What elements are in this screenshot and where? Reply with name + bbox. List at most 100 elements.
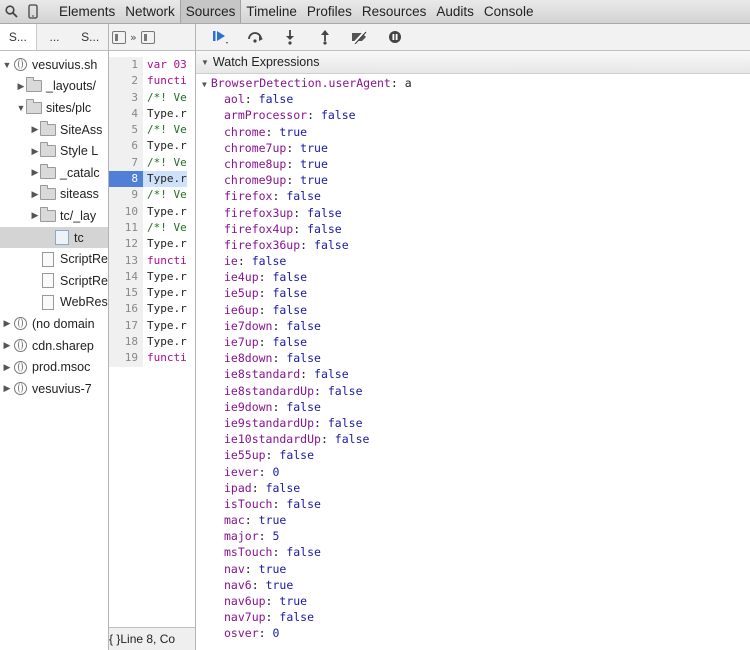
watch-property[interactable]: armProcessor: false [196,107,750,123]
step-over-icon[interactable] [237,24,272,50]
watch-property[interactable]: chrome8up: true [196,156,750,172]
tab-elements[interactable]: Elements [54,0,120,23]
collapsed-arrow-icon[interactable]: ▶ [2,362,12,373]
watch-property[interactable]: chrome: true [196,124,750,140]
code-line[interactable]: 1 var 03 [109,57,195,74]
watch-property[interactable]: ie: false [196,253,750,269]
step-out-icon[interactable] [307,24,342,50]
watch-property[interactable]: ie8standardUp: false [196,383,750,399]
tree-item[interactable]: ▶ SiteAss [0,119,108,141]
tree-item[interactable]: ▶ _layouts/ [0,76,108,98]
collapsed-arrow-icon[interactable]: ▶ [30,146,40,157]
watch-property[interactable]: ie7up: false [196,334,750,350]
tab-timeline[interactable]: Timeline [241,0,302,23]
tree-item[interactable]: ▶ tc/_lay [0,205,108,227]
code-line[interactable]: 10 Type.r [109,203,195,220]
watch-property[interactable]: nav6: true [196,577,750,593]
line-number[interactable]: 19 [109,350,143,367]
code-line[interactable]: 4 Type.r [109,105,195,123]
line-number[interactable]: 15 [109,285,143,302]
code-line[interactable]: 14 Type.r [109,268,195,286]
watch-property[interactable]: nav6up: true [196,593,750,609]
code-line[interactable]: 16 Type.r [109,301,195,318]
line-number[interactable]: 3 [109,89,143,106]
expanded-arrow-icon[interactable]: ▼ [16,103,26,113]
watch-property[interactable]: firefox: false [196,188,750,204]
line-number[interactable]: 10 [109,203,143,220]
watch-property[interactable]: ipad: false [196,480,750,496]
code-line[interactable]: 7 /*! Ve [109,154,195,172]
tree-item[interactable]: ▼ sites/plc [0,97,108,119]
more-tabs-icon[interactable]: » [130,31,137,44]
watch-property[interactable]: ie9down: false [196,399,750,415]
deactivate-breakpoints-icon[interactable] [342,24,377,50]
watch-property[interactable]: major: 5 [196,528,750,544]
collapsed-arrow-icon[interactable]: ▶ [2,383,12,394]
tab-console[interactable]: Console [479,0,539,23]
toggle-debugger-icon[interactable] [140,30,155,44]
step-into-icon[interactable] [272,24,307,50]
tree-item[interactable]: ▶ siteass [0,184,108,206]
tab-audits[interactable]: Audits [431,0,479,23]
expanded-arrow-icon[interactable]: ▼ [2,60,12,70]
watch-property[interactable]: firefox36up: false [196,237,750,253]
watch-property[interactable]: ie55up: false [196,447,750,463]
pause-on-exceptions-icon[interactable] [377,24,412,50]
watch-expressions-header[interactable]: ▼ Watch Expressions [196,51,750,74]
tree-item[interactable]: ▶ vesuvius-7 [0,378,108,400]
code-line[interactable]: 15 Type.r [109,285,195,302]
code-line[interactable]: 9 /*! Ve [109,187,195,204]
line-number[interactable]: 7 [109,154,143,172]
watch-root-expression[interactable]: ▼ BrowserDetection.userAgent: a [196,75,750,91]
watch-property[interactable]: aol: false [196,91,750,107]
tree-item[interactable]: ▼ vesuvius.sh [0,54,108,76]
line-number[interactable]: 5 [109,122,143,139]
watch-property[interactable]: firefox4up: false [196,221,750,237]
tree-item[interactable]: tc [0,226,108,249]
code-line[interactable]: 13 functi [109,252,195,269]
collapsed-arrow-icon[interactable]: ▶ [30,124,40,135]
collapsed-arrow-icon[interactable]: ▶ [30,210,40,221]
line-number[interactable]: 8 [109,171,143,188]
tree-item[interactable]: ScriptRes [0,248,108,270]
line-number[interactable]: 6 [109,138,143,155]
watch-property[interactable]: ie7down: false [196,318,750,334]
code-line[interactable]: 6 Type.r [109,138,195,155]
search-icon[interactable] [0,0,22,23]
collapsed-arrow-icon[interactable]: ▶ [2,340,12,351]
line-number[interactable]: 14 [109,268,143,286]
tree-item[interactable]: WebReso [0,292,108,314]
watch-property[interactable]: chrome9up: true [196,172,750,188]
watch-property[interactable]: ie8standard: false [196,366,750,382]
line-number[interactable]: 1 [109,57,143,74]
code-line[interactable]: 18 Type.r [109,334,195,351]
watch-property[interactable]: nav7up: false [196,609,750,625]
watch-property[interactable]: ie6up: false [196,302,750,318]
code-line[interactable]: 11 /*! Ve [109,219,195,237]
watch-property[interactable]: ie8down: false [196,350,750,366]
tab-network[interactable]: Network [120,0,180,23]
collapsed-arrow-icon[interactable]: ▶ [16,81,26,92]
watch-property[interactable]: ie9standardUp: false [196,415,750,431]
code-line[interactable]: 19 functi [109,350,195,367]
watch-property[interactable]: ie10standardUp: false [196,431,750,447]
tree-item[interactable]: ▶ (no domain [0,313,108,335]
collapsed-arrow-icon[interactable]: ▶ [30,167,40,178]
collapsed-arrow-icon[interactable]: ▶ [30,189,40,200]
tab-resources[interactable]: Resources [357,0,432,23]
line-number[interactable]: 11 [109,219,143,237]
watch-property[interactable]: chrome7up: true [196,140,750,156]
code-line[interactable]: 5 /*! Ve [109,122,195,139]
tree-item[interactable]: ▶ prod.msoc [0,356,108,378]
code-line[interactable]: 2 functi [109,73,195,90]
navigator-tab-sources[interactable]: S... [0,24,37,50]
line-number[interactable]: 12 [109,236,143,253]
navigator-tab-content-scripts[interactable]: ... [37,24,73,50]
watch-property[interactable]: mac: true [196,512,750,528]
toggle-navigator-icon[interactable] [112,30,126,44]
tab-profiles[interactable]: Profiles [302,0,357,23]
watch-property[interactable]: nav: true [196,561,750,577]
code-line[interactable]: 17 Type.r [109,317,195,335]
line-number[interactable]: 17 [109,317,143,335]
tree-item[interactable]: ▶ _catalc [0,162,108,184]
